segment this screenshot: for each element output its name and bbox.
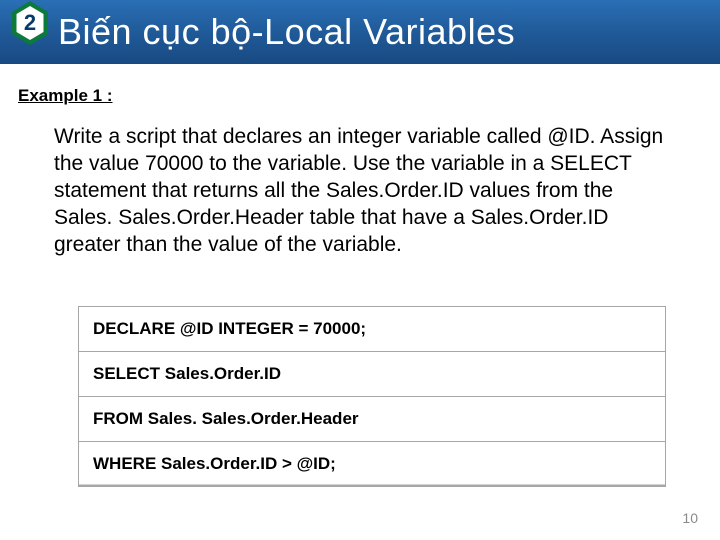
code-line: FROM Sales. Sales.Order.Header <box>79 396 665 441</box>
example-label: Example 1 : <box>18 86 700 106</box>
title-bar: 2 Biến cục bộ-Local Variables <box>0 0 720 64</box>
code-line: WHERE Sales.Order.ID > @ID; <box>79 441 665 486</box>
badge-number: 2 <box>10 0 50 46</box>
body-paragraph: Write a script that declares an integer … <box>18 124 700 258</box>
code-line: SELECT Sales.Order.ID <box>79 351 665 396</box>
content-area: Example 1 : Write a script that declares… <box>0 64 720 487</box>
hexagon-badge: 2 <box>10 0 50 46</box>
slide: 2 Biến cục bộ-Local Variables Example 1 … <box>0 0 720 540</box>
code-line: DECLARE @ID INTEGER = 70000; <box>79 306 665 351</box>
page-title: Biến cục bộ-Local Variables <box>58 11 515 53</box>
page-number: 10 <box>682 510 698 526</box>
code-block: DECLARE @ID INTEGER = 70000; SELECT Sale… <box>78 306 666 487</box>
